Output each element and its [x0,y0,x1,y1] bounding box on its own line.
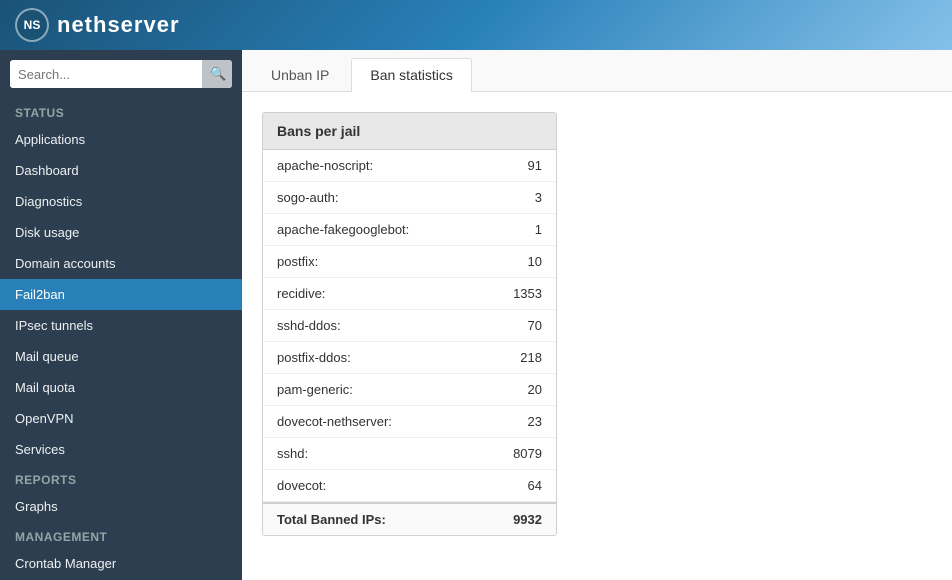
table-row: pam-generic: 20 [263,374,556,406]
tab-ban-statistics[interactable]: Ban statistics [351,58,471,92]
bans-table-header: Bans per jail [263,113,556,150]
table-row: sogo-auth: 3 [263,182,556,214]
ban-count: 3 [535,190,542,205]
jail-name: sogo-auth: [277,190,338,205]
sidebar-item-domain-accounts[interactable]: Domain accounts [0,248,242,279]
main-layout: 🔍 Status Applications Dashboard Diagnost… [0,50,952,580]
ban-count: 64 [528,478,542,493]
ban-count: 70 [528,318,542,333]
sidebar-item-mail-quota[interactable]: Mail quota [0,372,242,403]
sidebar: 🔍 Status Applications Dashboard Diagnost… [0,50,242,580]
ban-count: 1353 [513,286,542,301]
ban-count: 20 [528,382,542,397]
jail-name: recidive: [277,286,325,301]
jail-name: postfix: [277,254,318,269]
ban-count: 8079 [513,446,542,461]
logo-area: NS nethserver [15,8,180,42]
sidebar-item-graphs[interactable]: Graphs [0,491,242,522]
sidebar-item-openvpn[interactable]: OpenVPN [0,403,242,434]
search-box: 🔍 [10,60,232,88]
ban-count: 218 [520,350,542,365]
sidebar-item-applications[interactable]: Applications [0,124,242,155]
sidebar-item-services[interactable]: Services [0,434,242,465]
tab-unban-ip[interactable]: Unban IP [252,58,348,91]
ban-count: 23 [528,414,542,429]
total-banned-row: Total Banned IPs: 9932 [263,502,556,535]
reports-section-label: Reports [0,465,242,491]
sidebar-item-fail2ban[interactable]: Fail2ban [0,279,242,310]
sidebar-item-ipsec-tunnels[interactable]: IPsec tunnels [0,310,242,341]
panel-content: Bans per jail apache-noscript: 91 sogo-a… [242,92,952,556]
jail-name: sshd-ddos: [277,318,341,333]
status-section-label: Status [0,98,242,124]
sidebar-item-disk-usage[interactable]: Disk usage [0,217,242,248]
table-row: postfix-ddos: 218 [263,342,556,374]
header: NS nethserver [0,0,952,50]
search-input[interactable] [10,61,202,88]
content-area: Unban IP Ban statistics Bans per jail ap… [242,50,952,580]
search-container: 🔍 [0,50,242,98]
jail-name: dovecot-nethserver: [277,414,392,429]
logo-text: nethserver [57,12,180,38]
jail-name: sshd: [277,446,308,461]
table-row: sshd-ddos: 70 [263,310,556,342]
tabs-bar: Unban IP Ban statistics [242,50,952,92]
search-button[interactable]: 🔍 [202,60,232,88]
table-row: postfix: 10 [263,246,556,278]
table-row: dovecot: 64 [263,470,556,502]
management-section-label: Management [0,522,242,548]
jail-name: pam-generic: [277,382,353,397]
total-value: 9932 [513,512,542,527]
ban-count: 91 [528,158,542,173]
ban-count: 1 [535,222,542,237]
sidebar-item-dashboard[interactable]: Dashboard [0,155,242,186]
ban-count: 10 [528,254,542,269]
jail-name: dovecot: [277,478,326,493]
jail-name: postfix-ddos: [277,350,351,365]
jail-name: apache-noscript: [277,158,373,173]
sidebar-item-mail-queue[interactable]: Mail queue [0,341,242,372]
logo-icon: NS [15,8,49,42]
table-row: sshd: 8079 [263,438,556,470]
jail-name: apache-fakegooglebot: [277,222,409,237]
table-row: apache-noscript: 91 [263,150,556,182]
table-row: apache-fakegooglebot: 1 [263,214,556,246]
table-row: dovecot-nethserver: 23 [263,406,556,438]
table-row: recidive: 1353 [263,278,556,310]
total-label: Total Banned IPs: [277,512,386,527]
bans-table: Bans per jail apache-noscript: 91 sogo-a… [262,112,557,536]
sidebar-item-crontab-manager[interactable]: Crontab Manager [0,548,242,579]
sidebar-item-diagnostics[interactable]: Diagnostics [0,186,242,217]
